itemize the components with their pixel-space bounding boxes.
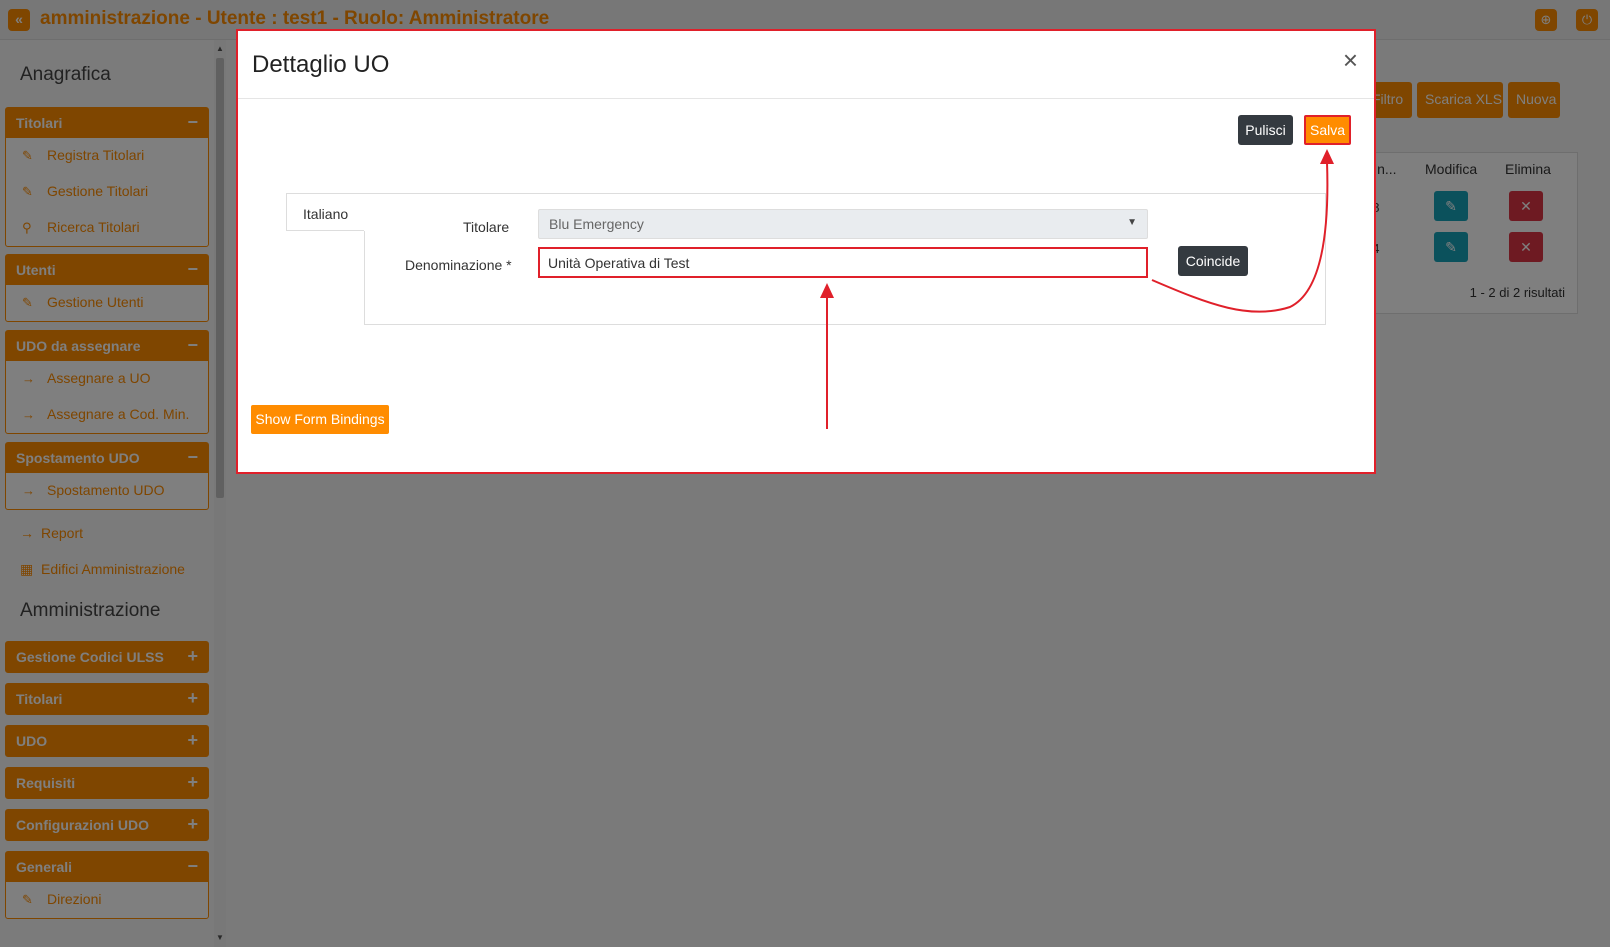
modal-title: Dettaglio UO: [252, 51, 390, 78]
titolare-select[interactable]: Blu Emergency ▼: [538, 209, 1148, 239]
save-button[interactable]: Salva: [1304, 115, 1351, 145]
titolare-label: Titolare: [463, 219, 510, 235]
modal-header: Dettaglio UO ×: [238, 31, 1374, 99]
show-form-bindings-button[interactable]: Show Form Bindings: [251, 405, 389, 434]
chevron-down-icon[interactable]: ▼: [1127, 217, 1137, 228]
titolare-value: Blu Emergency: [549, 216, 644, 232]
close-icon[interactable]: ×: [1343, 45, 1358, 76]
coincide-button[interactable]: Coincide: [1178, 246, 1248, 276]
denominazione-label: Denominazione *: [405, 257, 512, 273]
denominazione-input[interactable]: [538, 247, 1148, 278]
tab-italiano[interactable]: Italiano: [286, 193, 364, 231]
clear-button[interactable]: Pulisci: [1238, 115, 1293, 145]
tab-panel-border: [364, 231, 365, 325]
